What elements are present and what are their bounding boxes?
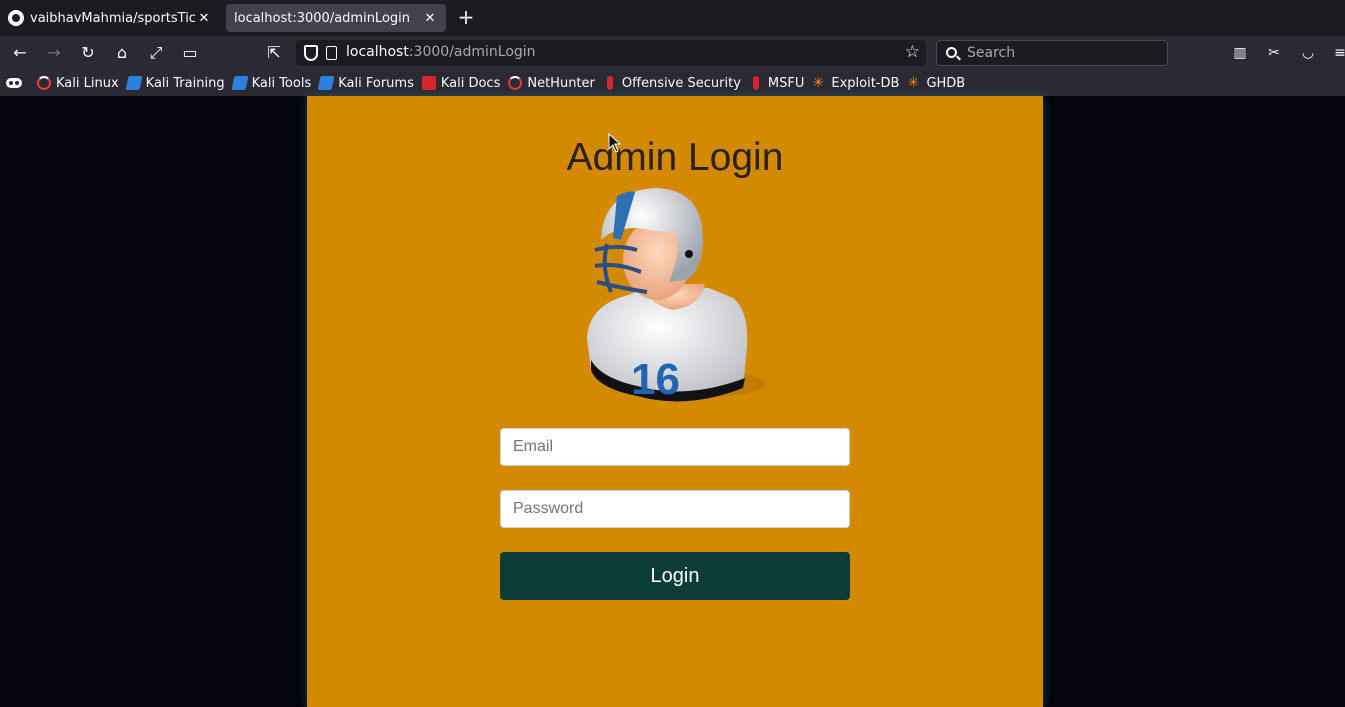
close-tab-icon[interactable]: ✕ bbox=[422, 11, 438, 26]
github-icon bbox=[8, 10, 24, 26]
bookmark-label: Kali Forums bbox=[338, 75, 414, 91]
back-icon[interactable]: ← bbox=[8, 41, 32, 65]
bookmark-label: Kali Docs bbox=[440, 75, 501, 91]
bookmark-kali-linux[interactable]: Kali Linux bbox=[37, 76, 119, 91]
bookmark-kali-docs[interactable]: Kali Docs bbox=[421, 75, 501, 91]
spider-icon: ✳ bbox=[907, 75, 920, 91]
search-placeholder: Search bbox=[967, 45, 1016, 61]
bookmark-label: Kali Linux bbox=[56, 75, 119, 91]
bookmarks-bar: Kali Linux Kali Training Kali Tools Kali… bbox=[0, 70, 1345, 96]
url-text[interactable]: localhost:3000/adminLogin bbox=[346, 44, 536, 60]
thermometer-icon bbox=[752, 76, 759, 90]
bookmark-offensive-security[interactable]: Offensive Security bbox=[603, 76, 741, 91]
login-button[interactable]: Login bbox=[500, 552, 850, 600]
docs-icon bbox=[421, 76, 436, 90]
close-tab-icon[interactable]: ✕ bbox=[196, 11, 212, 26]
bookmark-label: Kali Training bbox=[145, 75, 225, 91]
bookmark-label: MSFU bbox=[767, 75, 805, 91]
thermometer-icon bbox=[606, 76, 613, 90]
tab-admin-login[interactable]: localhost:3000/adminLogin ✕ bbox=[226, 4, 446, 32]
pocket-icon[interactable]: ◡ bbox=[1300, 45, 1316, 61]
kali-tools-icon bbox=[317, 76, 335, 90]
bookmark-kali-training[interactable]: Kali Training bbox=[125, 75, 225, 91]
reader-view-icon[interactable]: ▥ bbox=[1232, 45, 1248, 61]
address-bar[interactable]: localhost:3000/adminLogin ☆ bbox=[296, 40, 926, 66]
new-tab-button[interactable]: + bbox=[454, 6, 478, 30]
bookmark-nethunter[interactable]: NetHunter bbox=[508, 76, 595, 91]
kali-icon bbox=[508, 76, 523, 90]
private-mask-icon bbox=[6, 78, 27, 88]
bookmark-label: NetHunter bbox=[527, 75, 595, 91]
email-field[interactable] bbox=[500, 428, 850, 466]
search-input[interactable]: Search bbox=[936, 40, 1168, 66]
football-player-avatar: 16 bbox=[587, 188, 767, 404]
login-card: Admin Login 16 Email Login bbox=[307, 96, 1043, 707]
url-path: :3000/adminLogin bbox=[408, 44, 536, 60]
forward-icon[interactable]: → bbox=[42, 41, 66, 65]
extensions-icon[interactable]: ⇱ bbox=[262, 41, 286, 65]
bookmark-exploit-db[interactable]: ✳ Exploit-DB bbox=[812, 76, 899, 91]
sidebar-panel-icon[interactable]: ▭ bbox=[178, 41, 202, 65]
url-host: localhost bbox=[346, 44, 409, 60]
kali-icon bbox=[37, 76, 51, 90]
tab-github[interactable]: vaibhavMahmia/sportsTick ✕ bbox=[0, 4, 220, 32]
bookmark-label: Offensive Security bbox=[621, 75, 741, 91]
shield-icon[interactable] bbox=[304, 45, 318, 61]
spider-icon: ✳ bbox=[812, 75, 825, 91]
home-icon[interactable]: ⌂ bbox=[110, 41, 134, 65]
bookmark-label: Exploit-DB bbox=[831, 75, 900, 91]
bookmark-label: Kali Tools bbox=[251, 75, 312, 91]
tab-bar: vaibhavMahmia/sportsTick ✕ localhost:300… bbox=[0, 0, 1345, 36]
bookmark-msfu[interactable]: MSFU bbox=[749, 76, 804, 91]
bookmark-star-icon[interactable]: ☆ bbox=[905, 42, 920, 62]
page-info-icon[interactable] bbox=[326, 46, 337, 60]
bookmark-kali-tools[interactable]: Kali Tools bbox=[231, 75, 312, 91]
page-title: Admin Login bbox=[566, 136, 784, 179]
jersey-number: 16 bbox=[631, 355, 680, 404]
screenshot-icon[interactable]: ✂ bbox=[1266, 45, 1282, 61]
bookmark-label: GHDB bbox=[926, 75, 966, 91]
mouse-cursor-icon bbox=[608, 133, 622, 153]
tab-title: vaibhavMahmia/sportsTick bbox=[30, 10, 196, 26]
reload-icon[interactable]: ↻ bbox=[76, 41, 100, 65]
bookmark-kali-forums[interactable]: Kali Forums bbox=[317, 75, 414, 91]
kali-tools-icon bbox=[125, 76, 143, 90]
tab-title: localhost:3000/adminLogin bbox=[234, 10, 411, 26]
search-icon bbox=[946, 47, 957, 58]
password-field[interactable] bbox=[500, 490, 850, 528]
kali-tools-icon bbox=[231, 76, 249, 90]
bookmark-ghdb[interactable]: ✳ GHDB bbox=[907, 76, 965, 91]
menu-icon[interactable]: ≡ bbox=[1332, 45, 1345, 61]
page-viewport: Admin Login 16 Email Login bbox=[0, 96, 1345, 707]
navigation-bar: ← → ↻ ⌂ ⤢ ▭ ⇱ localhost:3000/adminLogin … bbox=[0, 36, 1345, 70]
fullscreen-icon[interactable]: ⤢ bbox=[144, 41, 168, 65]
